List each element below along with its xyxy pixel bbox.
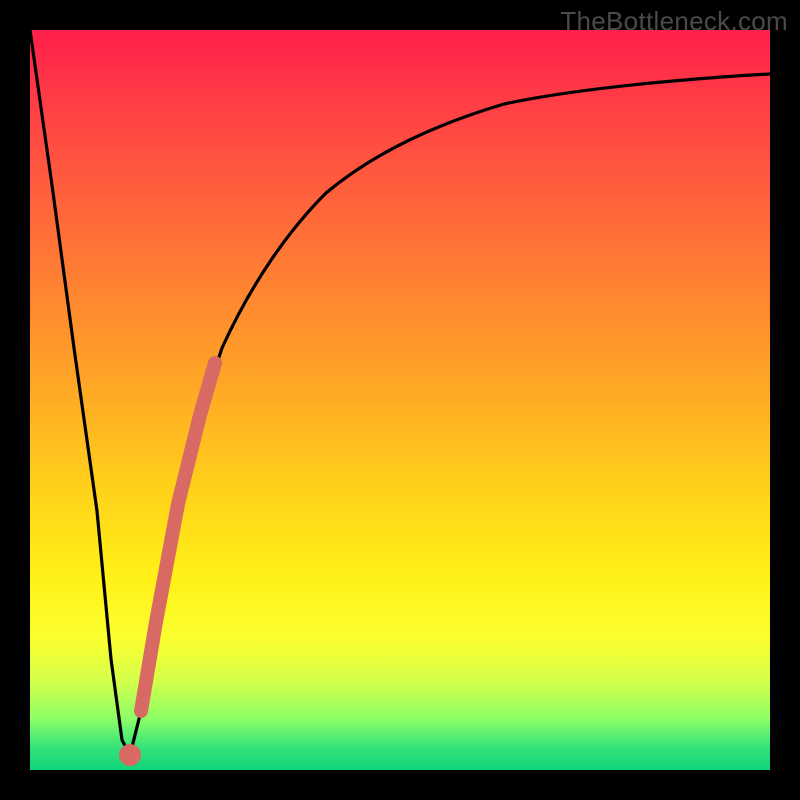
curve-layer: [30, 30, 770, 770]
chart-frame: TheBottleneck.com: [0, 0, 800, 800]
watermark-text: TheBottleneck.com: [560, 6, 788, 37]
minimum-dot: [119, 744, 141, 766]
plot-area: [30, 30, 770, 770]
highlight-segment: [141, 363, 215, 711]
bottleneck-curve: [30, 30, 770, 755]
